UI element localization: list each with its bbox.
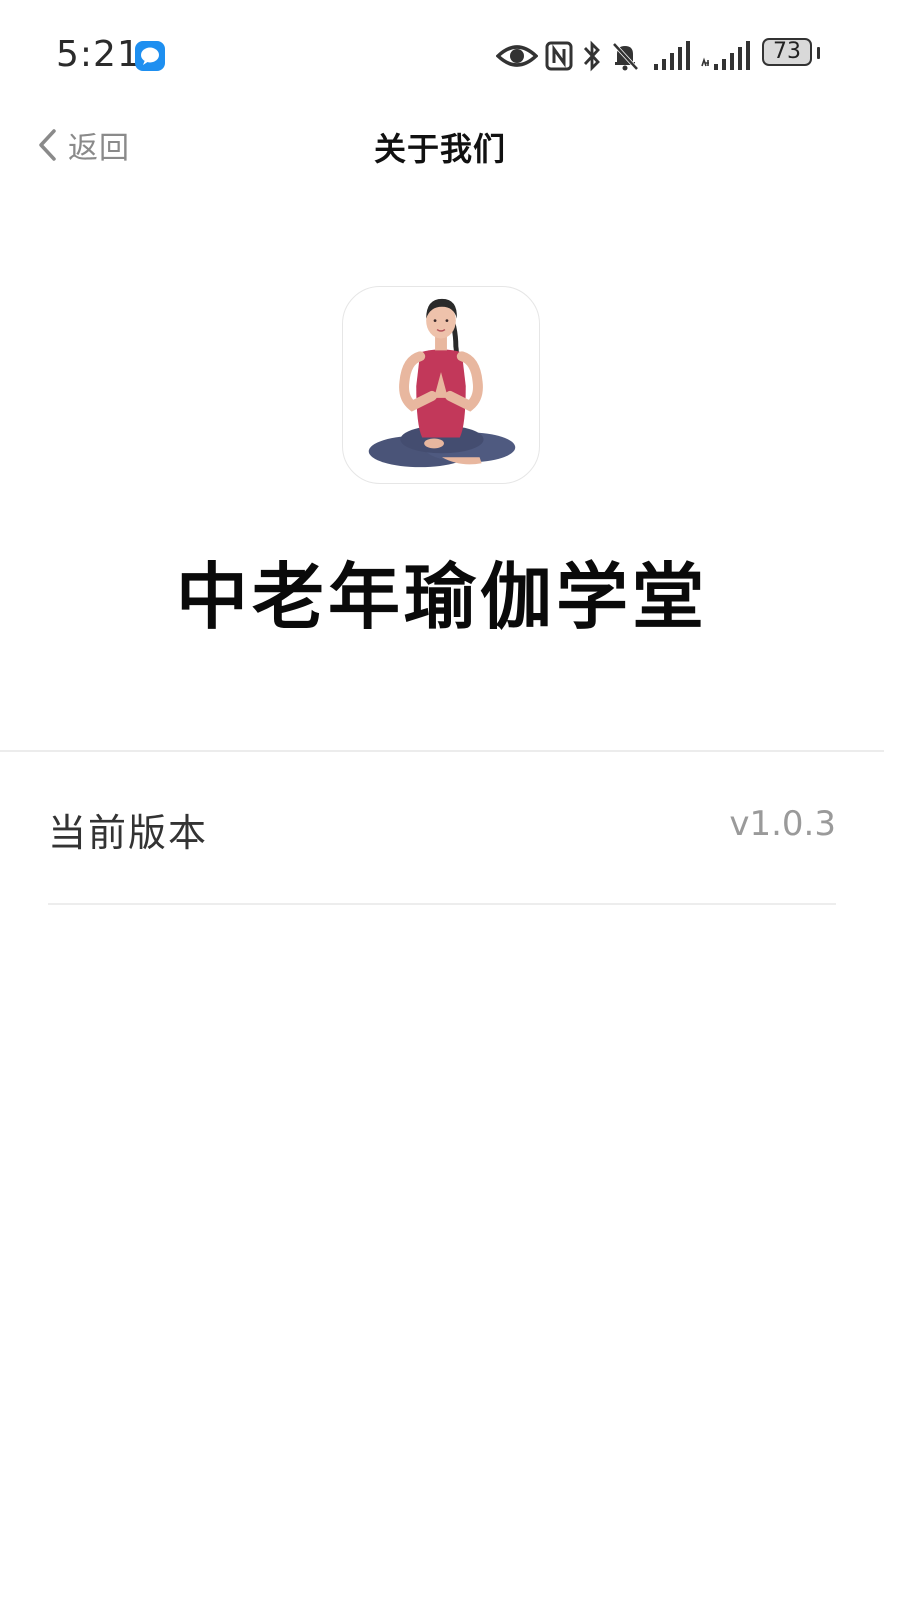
message-bubble-icon [135,41,165,71]
signal-icon [701,41,750,70]
version-label: 当前版本 [48,811,209,855]
yoga-meditation-icon [368,298,516,468]
about-us-screen: 5:21 73 返回 关于我们 中老年瑜伽学堂 当前版本 v1.0.3 [0,0,900,1600]
app-logo [342,286,540,484]
bell-mute-icon [612,42,639,71]
nfc-icon [545,41,573,71]
status-time: 5:21 [56,34,141,75]
row-divider [48,903,836,905]
status-bar: 5:21 73 [0,0,900,110]
page-title: 关于我们 [373,130,506,168]
section-divider [0,750,884,752]
eye-icon [496,45,538,67]
app-name: 中老年瑜伽学堂 [175,555,708,639]
version-value: v1.0.3 [729,804,836,844]
signal-icon [654,41,690,70]
bluetooth-icon [583,40,600,72]
battery-icon: 73 [762,38,822,72]
battery-level: 73 [773,39,801,64]
version-row: 当前版本 v1.0.3 [48,770,836,882]
